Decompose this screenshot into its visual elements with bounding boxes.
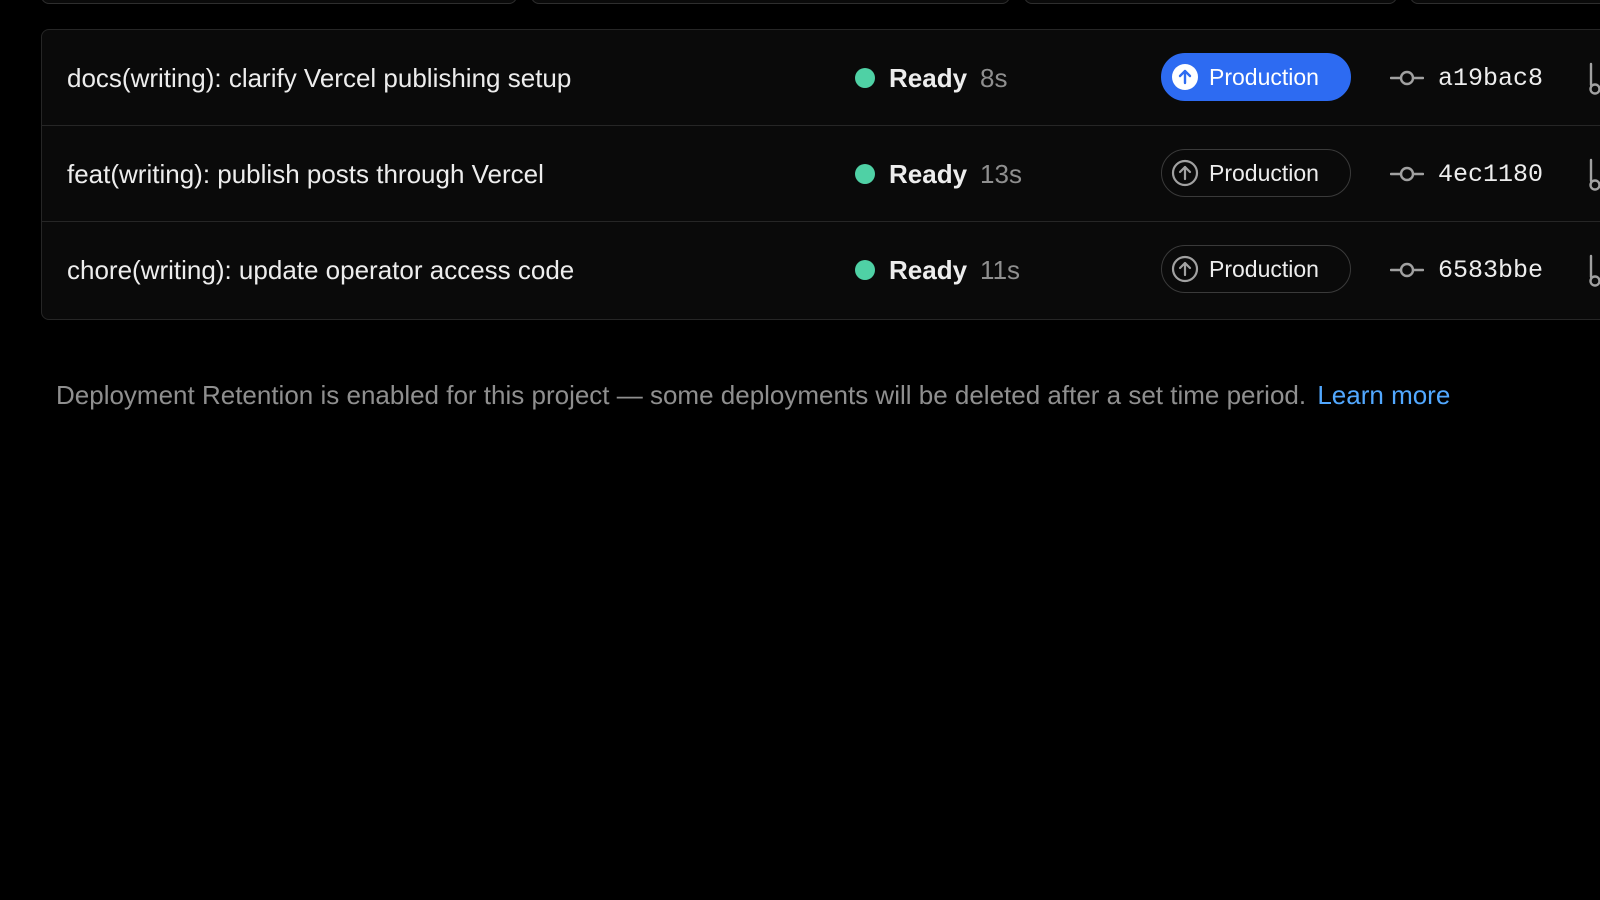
deployment-status: Ready 11s	[855, 222, 1020, 318]
status-ready-indicator	[855, 164, 875, 184]
retention-text: Deployment Retention is enabled for this…	[56, 380, 1307, 410]
environment-label: Production	[1209, 159, 1319, 186]
learn-more-link[interactable]: Learn more	[1317, 380, 1450, 410]
commit-ref[interactable]: 6583bbe	[1390, 222, 1543, 318]
filter-environment-select[interactable]	[1024, 0, 1397, 4]
build-duration: 13s	[980, 158, 1022, 189]
build-duration: 11s	[980, 254, 1021, 285]
commit-ref[interactable]: a19bac8	[1390, 30, 1543, 126]
commit-sha: 6583bbe	[1438, 255, 1544, 285]
retention-notice: Deployment Retention is enabled for this…	[56, 380, 1450, 411]
arrow-up-circle-icon	[1171, 159, 1199, 187]
commit-message[interactable]: chore(writing): update operator access c…	[67, 222, 574, 318]
deployment-status: Ready 8s	[855, 30, 1008, 126]
build-duration: 8s	[980, 62, 1008, 93]
status-label: Ready	[889, 254, 968, 285]
environment-badge[interactable]: Production	[1161, 53, 1351, 101]
git-branch-icon	[1589, 62, 1600, 95]
commit-sha: a19bac8	[1438, 63, 1544, 93]
deployment-row[interactable]: docs(writing): clarify Vercel publishing…	[42, 30, 1600, 126]
deployments-list: docs(writing): clarify Vercel publishing…	[41, 29, 1600, 320]
arrow-up-circle-icon	[1171, 255, 1199, 283]
branch-ref[interactable]	[1586, 126, 1600, 222]
filter-date-select[interactable]	[531, 0, 1010, 4]
filter-search-input[interactable]	[41, 0, 517, 4]
git-branch-icon	[1589, 254, 1600, 287]
status-ready-indicator	[855, 68, 875, 88]
git-commit-icon	[1390, 166, 1424, 182]
deployment-row[interactable]: feat(writing): publish posts through Ver…	[42, 126, 1600, 222]
status-label: Ready	[889, 62, 968, 93]
environment-label: Production	[1209, 255, 1319, 282]
environment-badge[interactable]: Production	[1161, 149, 1351, 197]
filter-status-select[interactable]	[1410, 0, 1600, 4]
git-branch-icon	[1589, 158, 1600, 191]
git-commit-icon	[1390, 70, 1424, 86]
commit-sha: 4ec1180	[1438, 159, 1544, 189]
environment-badge[interactable]: Production	[1161, 245, 1351, 293]
commit-ref[interactable]: 4ec1180	[1390, 126, 1543, 222]
status-label: Ready	[889, 158, 968, 189]
git-commit-icon	[1390, 262, 1424, 278]
commit-message[interactable]: docs(writing): clarify Vercel publishing…	[67, 30, 571, 126]
branch-ref[interactable]	[1586, 222, 1600, 318]
arrow-up-circle-icon	[1172, 64, 1198, 90]
commit-message[interactable]: feat(writing): publish posts through Ver…	[67, 126, 544, 222]
deployments-page: docs(writing): clarify Vercel publishing…	[0, 0, 1600, 900]
deployment-row[interactable]: chore(writing): update operator access c…	[42, 222, 1600, 319]
environment-label: Production	[1209, 63, 1319, 90]
branch-ref[interactable]	[1586, 30, 1600, 126]
deployment-status: Ready 13s	[855, 126, 1022, 222]
status-ready-indicator	[855, 260, 875, 280]
